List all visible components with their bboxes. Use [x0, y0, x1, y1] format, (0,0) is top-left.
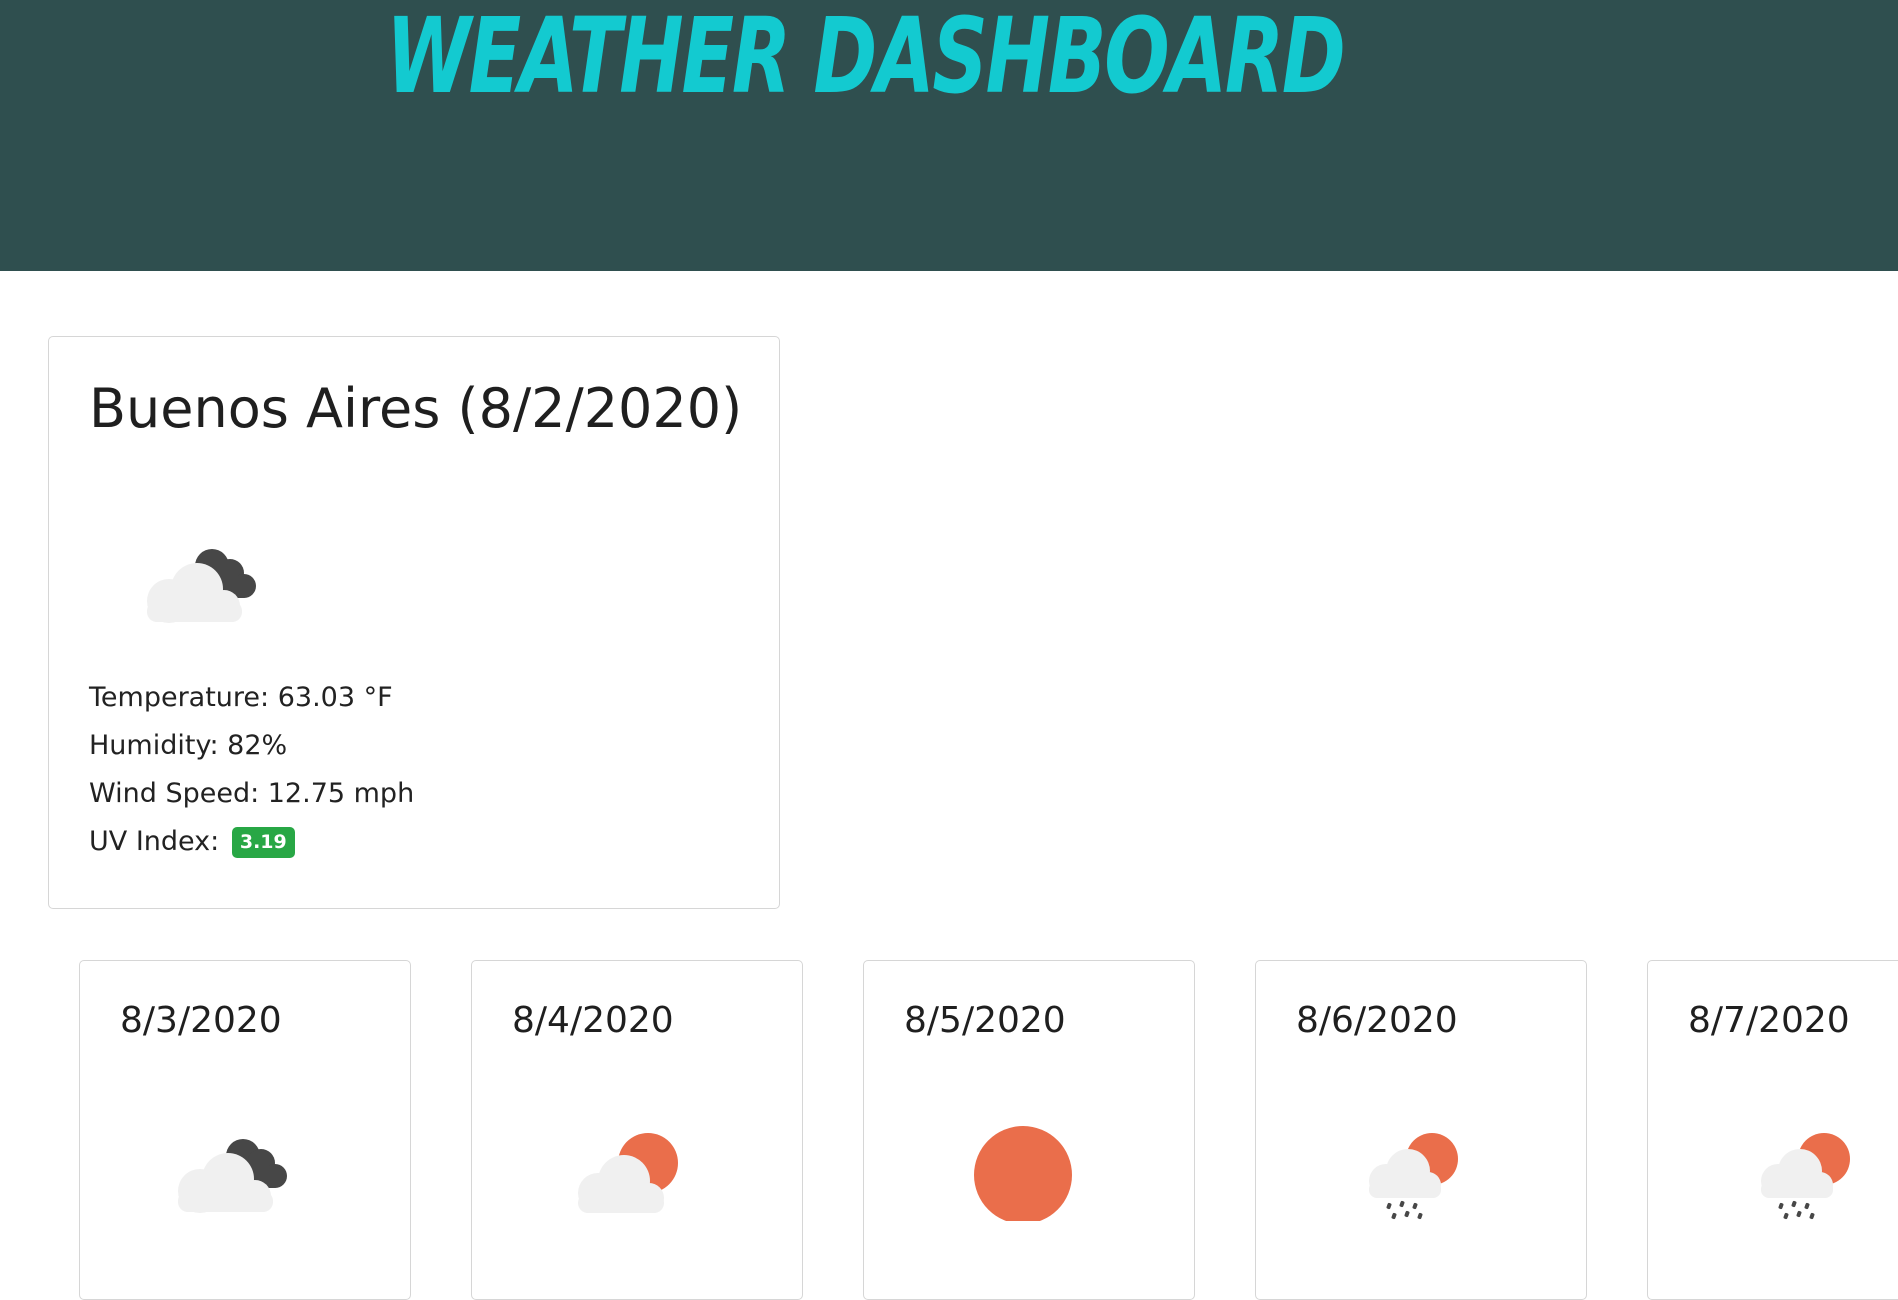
forecast-date: 8/7/2020	[1688, 1000, 1850, 1041]
forecast-card: 8/7/2020	[1647, 960, 1898, 1300]
uv-index-row: UV Index: 3.19	[89, 826, 295, 858]
forecast-date: 8/5/2020	[904, 1000, 1066, 1041]
page-title: Weather Dashboard	[386, 0, 1346, 117]
forecast-card: 8/4/2020	[471, 960, 803, 1300]
partly-cloudy-sun-icon	[578, 1133, 678, 1213]
uv-index-label: UV Index:	[89, 826, 220, 857]
cloudy-dark-cloud-icon	[178, 1139, 287, 1213]
rain-sun-icon	[1369, 1133, 1458, 1220]
uv-index-badge: 3.19	[231, 827, 295, 858]
forecast-card: 8/5/2020	[863, 960, 1195, 1300]
temperature-text: Temperature: 63.03 °F	[89, 682, 393, 713]
wind-speed-text: Wind Speed: 12.75 mph	[89, 778, 415, 809]
current-weather-card: Buenos Aires (8/2/2020) Temperature: 63.…	[48, 336, 780, 909]
header-bar: Weather Dashboard	[0, 0, 1898, 271]
forecast-date: 8/3/2020	[120, 1000, 282, 1041]
rain-sun-icon	[1761, 1133, 1850, 1220]
forecast-card: 8/3/2020	[79, 960, 411, 1300]
sun-icon	[974, 1126, 1072, 1221]
cloudy-dark-cloud-icon	[147, 549, 256, 623]
humidity-text: Humidity: 82%	[89, 730, 288, 761]
current-city-title: Buenos Aires (8/2/2020)	[89, 377, 743, 440]
forecast-date: 8/6/2020	[1296, 1000, 1458, 1041]
forecast-card: 8/6/2020	[1255, 960, 1587, 1300]
forecast-date: 8/4/2020	[512, 1000, 674, 1041]
